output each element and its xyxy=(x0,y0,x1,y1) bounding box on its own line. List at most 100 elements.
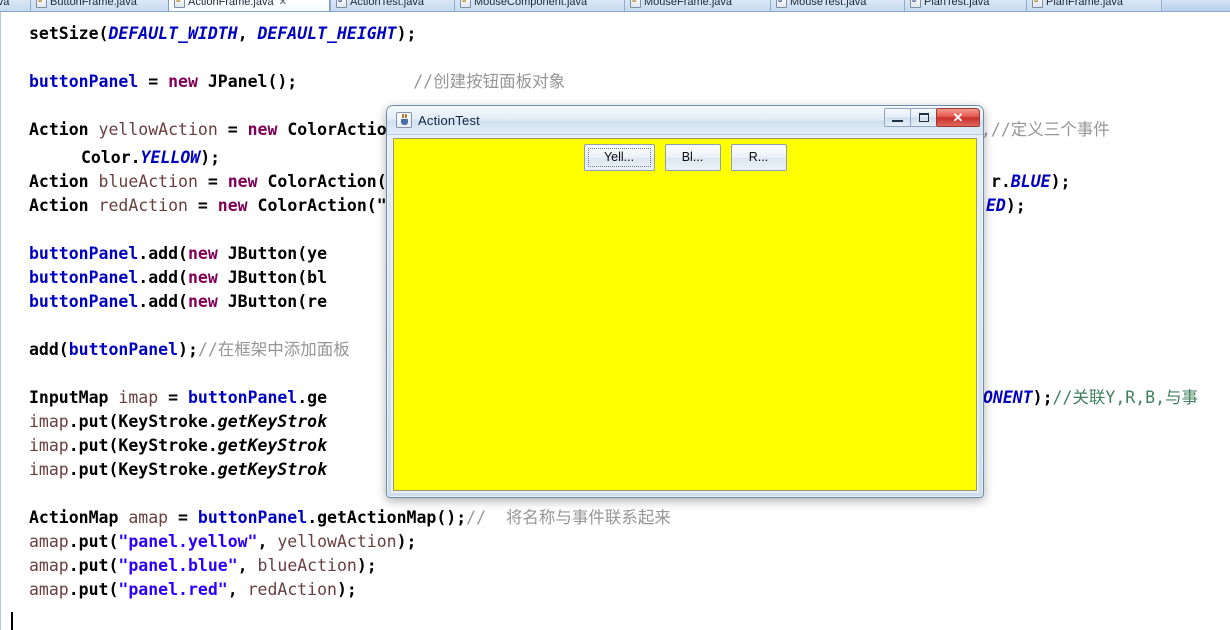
code-token: DEFAULT_WIDTH xyxy=(108,24,238,43)
code-token: redAction xyxy=(98,196,188,215)
code-token: JButton(ye xyxy=(217,244,328,263)
code-token: , xyxy=(227,580,248,599)
code-token: .add( xyxy=(138,292,188,311)
close-button[interactable]: ✕ xyxy=(936,108,980,127)
code-comment: ,//定义三个事件 xyxy=(981,120,1110,139)
code-line-3-tail: ,//定义三个事件 xyxy=(981,118,1110,142)
code-token: Action xyxy=(29,120,99,139)
java-coffee-cup-icon xyxy=(396,112,412,128)
code-token: ); xyxy=(396,532,417,551)
code-token: "panel.blue" xyxy=(118,556,238,575)
code-token: new xyxy=(187,268,218,287)
code-token: imap xyxy=(118,388,159,407)
code-token: blueAction xyxy=(98,172,198,191)
yellow-button[interactable]: Yell... xyxy=(583,144,655,171)
window-body: Yell... Bl... R... xyxy=(391,136,979,493)
tab-plantest-java[interactable]: PlanTest.java xyxy=(904,0,1028,11)
java-file-warning-icon xyxy=(174,0,185,8)
code-token: = xyxy=(217,120,248,139)
code-token: "panel.red" xyxy=(118,580,228,599)
code-token: getKeyStrok xyxy=(217,436,328,455)
code-token: ); xyxy=(178,340,198,359)
tab-planframe-java[interactable]: PlanFrame.java xyxy=(1026,0,1162,11)
tab-java-partial[interactable]: ...java xyxy=(0,0,34,11)
source-code: setSize(DEFAULT_WIDTH, DEFAULT_HEIGHT); … xyxy=(1,12,1198,630)
window-title-bar[interactable]: ActionTest ✕ xyxy=(387,106,983,135)
java-file-warning-icon xyxy=(36,0,47,8)
code-token: buttonPanel xyxy=(29,268,139,287)
code-token: add( xyxy=(29,340,69,359)
code-token: blueAction xyxy=(257,556,357,575)
code-line-18: amap.put("panel.red", redAction); xyxy=(29,578,357,602)
code-token: buttonPanel xyxy=(29,292,139,311)
tab-mousecomponent-java[interactable]: MouseComponent.java xyxy=(454,0,626,11)
code-line-15: ActionMap amap = buttonPanel.getActionMa… xyxy=(29,506,671,530)
code-line-12: imap.put(KeyStroke.getKeyStrok xyxy=(29,410,327,434)
code-token: yellowAction xyxy=(277,532,397,551)
blue-button[interactable]: Bl... xyxy=(664,144,721,171)
code-token: r. xyxy=(991,172,1011,191)
minimize-button[interactable] xyxy=(884,108,911,127)
code-token: setSize( xyxy=(29,24,109,43)
code-token: new xyxy=(187,244,218,263)
code-token: InputMap xyxy=(29,388,119,407)
code-comment: //创建按钮面板对象 xyxy=(413,72,566,91)
tab-actionframe-java[interactable]: ActionFrame.java ✕ xyxy=(168,0,330,11)
code-token: = xyxy=(168,508,198,527)
code-token: Action xyxy=(29,172,99,191)
tab-label: MouseComponent.java xyxy=(474,0,588,8)
code-token: .getActionMap(); xyxy=(307,508,467,527)
tab-actiontest-java[interactable]: ActionTest.java xyxy=(330,0,456,11)
code-line-1: setSize(DEFAULT_WIDTH, DEFAULT_HEIGHT); xyxy=(29,22,416,46)
code-token: new xyxy=(247,120,278,139)
window-controls: ✕ xyxy=(884,108,980,127)
tab-mousetest-java[interactable]: MouseTest.java xyxy=(770,0,906,11)
code-token: getKeyStrok xyxy=(217,412,328,431)
tab-buttonframe-java[interactable]: ButtonFrame.java xyxy=(30,0,170,11)
code-token: .put(KeyStroke. xyxy=(68,412,218,431)
code-token: Color. xyxy=(81,148,141,167)
code-token: yellowAction xyxy=(98,120,218,139)
tab-label: MouseTest.java xyxy=(790,0,867,8)
code-line-14: imap.put(KeyStroke.getKeyStrok xyxy=(29,458,327,482)
code-token: amap xyxy=(29,580,69,599)
code-token: .add( xyxy=(138,244,188,263)
red-button[interactable]: R... xyxy=(730,144,787,171)
tab-mouseframe-java[interactable]: MouseFrame.java xyxy=(624,0,772,11)
maximize-button[interactable] xyxy=(910,108,937,127)
code-line-11-tail: ONENT);//关联Y,R,B,与事 xyxy=(983,386,1198,410)
code-token: = xyxy=(197,172,228,191)
code-line-10: add(buttonPanel);//在框架中添加面板 xyxy=(29,338,350,362)
code-token: ); xyxy=(200,148,221,167)
code-token: ); xyxy=(1050,172,1071,191)
java-file-warning-icon xyxy=(630,0,641,8)
code-token: imap xyxy=(29,460,69,479)
actiontest-window[interactable]: ActionTest ✕ Yell... Bl... R... xyxy=(386,105,984,498)
code-token: .put( xyxy=(68,580,119,599)
maximize-icon xyxy=(918,113,929,122)
code-token: ); xyxy=(1005,196,1026,215)
button-panel[interactable]: Yell... Bl... R... xyxy=(393,138,977,491)
code-line-16: amap.put("panel.yellow", yellowAction); xyxy=(29,530,416,554)
code-token: imap xyxy=(29,412,69,431)
code-token: BLUE xyxy=(1010,172,1051,191)
tab-label: ActionTest.java xyxy=(350,0,424,8)
code-token: .put( xyxy=(68,556,119,575)
code-comment: //在框架中添加面板 xyxy=(197,340,350,359)
java-file-warning-icon xyxy=(460,0,471,8)
code-line-6-tail: ED); xyxy=(986,194,1026,218)
tab-label: ...java xyxy=(0,0,10,8)
code-token: DEFAULT_HEIGHT xyxy=(257,24,397,43)
java-file-warning-icon xyxy=(1032,0,1043,8)
code-token: new xyxy=(168,72,198,91)
text-caret xyxy=(11,612,13,630)
window-title: ActionTest xyxy=(418,112,480,128)
code-token: YELLOW xyxy=(140,148,201,167)
close-icon[interactable]: ✕ xyxy=(279,0,287,8)
code-token: new xyxy=(187,292,218,311)
code-token: JButton(re xyxy=(217,292,328,311)
code-token: ); xyxy=(356,556,377,575)
code-token: ONENT xyxy=(983,388,1033,407)
code-token: .put( xyxy=(68,532,119,551)
code-token: = xyxy=(187,196,218,215)
